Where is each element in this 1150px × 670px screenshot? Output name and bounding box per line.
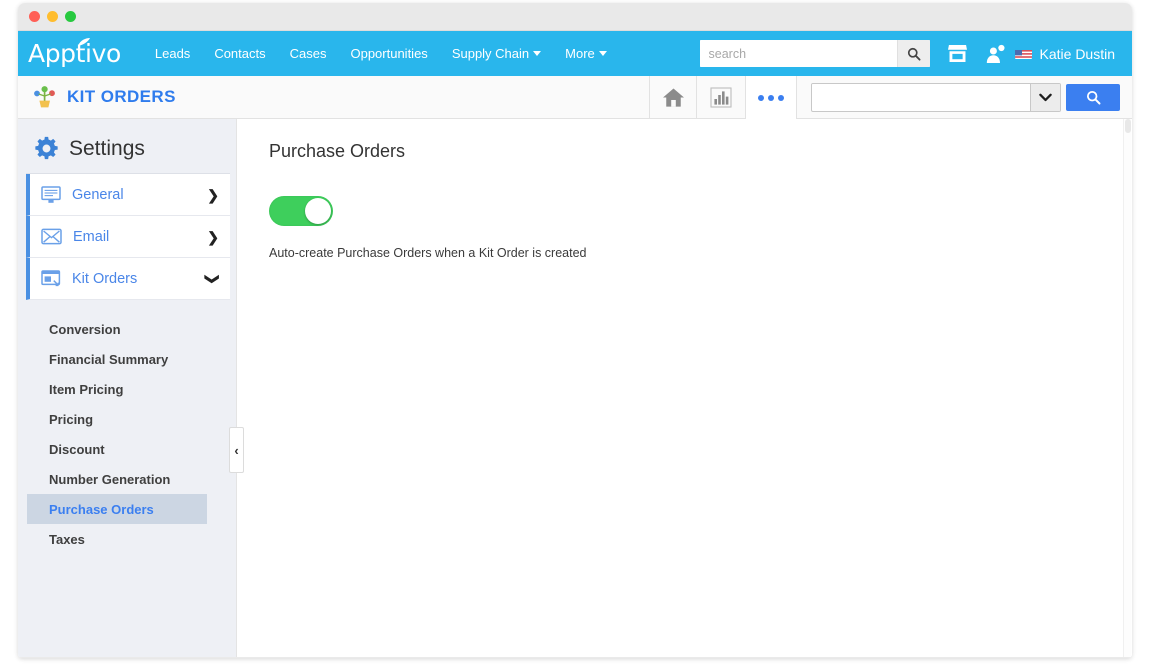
search-icon	[1086, 90, 1101, 105]
page-title: Purchase Orders	[269, 141, 1132, 162]
submenu-item-discount[interactable]: Discount	[18, 434, 236, 464]
sidebar-item-email[interactable]: Email ❯	[26, 216, 230, 258]
user-name-label: Katie Dustin	[1040, 46, 1115, 62]
submenu-item-financial-summary[interactable]: Financial Summary	[18, 344, 236, 374]
monitor-icon	[41, 186, 61, 204]
submenu-item-purchase-orders[interactable]: Purchase Orders	[27, 494, 207, 524]
settings-header: Settings	[18, 119, 236, 173]
nav-link-more[interactable]: More	[553, 46, 619, 61]
us-flag-icon	[1015, 48, 1032, 59]
bar-chart-icon	[710, 87, 732, 108]
more-dots-icon	[768, 95, 774, 101]
more-options-button[interactable]	[745, 76, 797, 119]
gear-icon	[34, 136, 59, 161]
settings-title: Settings	[69, 137, 145, 161]
nav-link-leads[interactable]: Leads	[143, 46, 202, 61]
app-name-label: KIT ORDERS	[67, 87, 176, 107]
global-search	[700, 40, 930, 67]
window-icon	[41, 270, 61, 287]
submenu-item-pricing[interactable]: Pricing	[18, 404, 236, 434]
horizontal-scrollbar[interactable]	[18, 657, 1132, 658]
app-search-input[interactable]	[812, 84, 1030, 109]
submenu-item-item-pricing[interactable]: Item Pricing	[18, 374, 236, 404]
user-menu[interactable]: Katie Dustin	[1015, 46, 1122, 62]
app-header-bar: KIT ORDERS	[18, 76, 1132, 119]
app-bar-right-group	[649, 76, 1132, 119]
user-add-icon-button[interactable]	[985, 44, 1005, 64]
apptivo-logo-text: Apptivo	[28, 39, 121, 68]
chevron-left-icon: ‹	[234, 444, 238, 457]
sidebar-item-email-label: Email	[73, 229, 207, 245]
more-dots-icon	[758, 95, 764, 101]
chevron-down-icon	[533, 51, 541, 56]
settings-sidebar: Settings General ❯	[18, 119, 236, 657]
store-icon	[947, 44, 968, 63]
nav-link-supply-chain[interactable]: Supply Chain	[440, 46, 553, 61]
sidebar-item-general-label: General	[72, 187, 207, 203]
browser-window: Apptivo Leads Contacts Cases Opportuniti…	[18, 3, 1132, 658]
submenu-item-taxes[interactable]: Taxes	[18, 524, 236, 554]
home-icon	[662, 87, 685, 108]
reports-icon-button[interactable]	[697, 76, 745, 119]
vertical-scrollbar[interactable]	[1123, 119, 1131, 657]
user-add-icon	[985, 44, 1005, 64]
app-title-group: KIT ORDERS	[18, 76, 176, 118]
store-icon-button[interactable]	[947, 44, 968, 63]
chevron-down-icon: ❯	[206, 273, 220, 285]
sidebar-item-kit-orders-label: Kit Orders	[72, 271, 207, 287]
toggle-knob	[305, 198, 331, 224]
more-dots-icon	[778, 95, 784, 101]
apptivo-logo[interactable]: Apptivo	[25, 39, 121, 68]
nav-link-opportunities[interactable]: Opportunities	[338, 46, 439, 61]
nav-link-cases[interactable]: Cases	[278, 46, 339, 61]
submenu-item-number-generation[interactable]: Number Generation	[18, 464, 236, 494]
submenu-item-conversion[interactable]: Conversion	[18, 314, 236, 344]
kit-orders-submenu: Conversion Financial Summary Item Pricin…	[18, 314, 236, 554]
leaf-icon	[77, 38, 91, 47]
sidebar-collapse-handle[interactable]: ‹	[229, 427, 244, 473]
nav-link-contacts[interactable]: Contacts	[202, 46, 277, 61]
top-navigation-bar: Apptivo Leads Contacts Cases Opportuniti…	[18, 31, 1132, 76]
main-body: Settings General ❯	[18, 119, 1132, 657]
top-nav-right-group: Katie Dustin	[700, 31, 1122, 76]
chevron-right-icon: ❯	[207, 188, 219, 202]
home-icon-button[interactable]	[649, 76, 697, 119]
maximize-window-button[interactable]	[65, 11, 76, 22]
chevron-down-icon	[1039, 93, 1052, 102]
toggle-description: Auto-create Purchase Orders when a Kit O…	[269, 246, 1132, 260]
close-window-button[interactable]	[29, 11, 40, 22]
settings-content-panel: Purchase Orders Auto-create Purchase Ord…	[236, 119, 1132, 657]
auto-create-purchase-orders-toggle[interactable]	[269, 196, 333, 226]
app-search-submit-button[interactable]	[1066, 84, 1120, 111]
chevron-down-icon	[599, 51, 607, 56]
vertical-scrollbar-thumb[interactable]	[1125, 119, 1131, 133]
window-titlebar	[18, 3, 1132, 31]
minimize-window-button[interactable]	[47, 11, 58, 22]
chevron-right-icon: ❯	[207, 230, 219, 244]
settings-accordion: General ❯ Email ❯	[26, 173, 230, 300]
global-search-input[interactable]	[700, 40, 897, 67]
app-search-box	[811, 83, 1061, 112]
sidebar-item-general[interactable]: General ❯	[26, 174, 230, 216]
app-search-group	[811, 76, 1120, 119]
plant-pot-icon	[32, 85, 58, 109]
global-search-button[interactable]	[897, 40, 930, 67]
sidebar-item-kit-orders[interactable]: Kit Orders ❯	[26, 258, 230, 300]
app-search-dropdown-button[interactable]	[1030, 84, 1060, 111]
search-icon	[907, 47, 921, 61]
envelope-icon	[41, 228, 62, 245]
